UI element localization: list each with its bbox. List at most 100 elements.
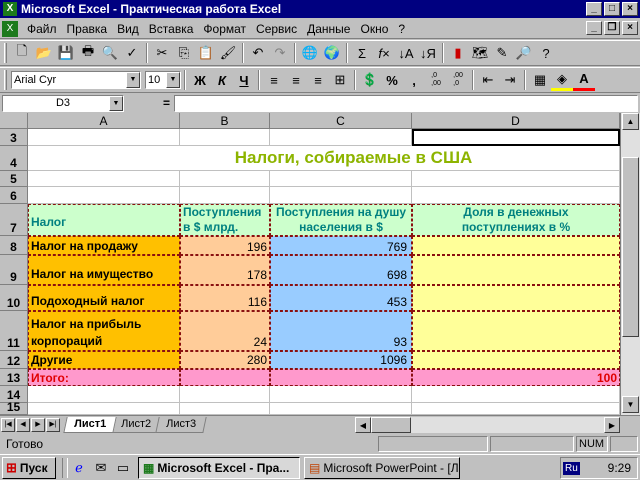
- toolbar-grip[interactable]: [4, 43, 7, 63]
- cell[interactable]: [180, 386, 270, 403]
- chevron-down-icon[interactable]: ▼: [126, 72, 140, 88]
- preview-icon[interactable]: 🔍: [99, 42, 121, 64]
- next-sheet-icon[interactable]: ▶: [31, 417, 45, 432]
- header-per-capita[interactable]: Поступления на душу населения в $: [270, 204, 412, 236]
- share-value[interactable]: [412, 285, 620, 311]
- row-header[interactable]: 10: [0, 285, 28, 311]
- cell[interactable]: [412, 403, 620, 415]
- decrease-decimal-button[interactable]: ,00 ,0: [447, 69, 469, 91]
- chevron-down-icon[interactable]: ▼: [109, 95, 123, 111]
- formula-equals-button[interactable]: =: [124, 96, 174, 110]
- cell[interactable]: [412, 187, 620, 204]
- header-share[interactable]: Доля в денежных поступлениях в %: [412, 204, 620, 236]
- cell[interactable]: [412, 171, 620, 187]
- column-header-b[interactable]: B: [180, 113, 270, 129]
- new-icon[interactable]: 🗋: [11, 42, 33, 64]
- prev-sheet-icon[interactable]: ◀: [16, 417, 30, 432]
- column-header-c[interactable]: C: [270, 113, 412, 129]
- tab-sheet1[interactable]: Лист1: [63, 416, 117, 433]
- share-value[interactable]: [412, 236, 620, 255]
- align-center-icon[interactable]: ≡: [285, 69, 307, 91]
- revenue-value[interactable]: 178: [180, 255, 270, 285]
- format-painter-icon[interactable]: 🖌: [217, 42, 239, 64]
- column-header-d[interactable]: D: [412, 113, 620, 129]
- borders-icon[interactable]: ▦: [529, 69, 551, 91]
- chart-wizard-icon[interactable]: ▮: [447, 42, 469, 64]
- name-box[interactable]: D3 ▼: [2, 94, 124, 112]
- doc-restore-button[interactable]: ❐: [604, 21, 620, 35]
- doc-close-button[interactable]: ×: [622, 21, 638, 35]
- start-button[interactable]: ⊞ Пуск: [2, 456, 56, 479]
- paste-icon[interactable]: 📋: [195, 42, 217, 64]
- menu-insert[interactable]: Вставка: [144, 22, 199, 36]
- revenue-value[interactable]: 24: [180, 311, 270, 351]
- cell[interactable]: [270, 171, 412, 187]
- desktop-icon[interactable]: ▭: [112, 457, 134, 479]
- redo-icon[interactable]: ↷: [269, 42, 291, 64]
- scroll-right-icon[interactable]: ▶: [604, 417, 620, 433]
- worksheet-grid[interactable]: A B C D 3 4 5 6 7 8 9 10 11 12 13 14 15 …: [0, 113, 640, 415]
- revenue-value[interactable]: 280: [180, 351, 270, 369]
- row-header[interactable]: 4: [0, 146, 28, 171]
- revenue-value[interactable]: 196: [180, 236, 270, 255]
- hscroll-thumb[interactable]: [371, 417, 411, 433]
- currency-icon[interactable]: 💲: [359, 69, 381, 91]
- cell[interactable]: [28, 171, 180, 187]
- row-header[interactable]: 15: [0, 400, 28, 415]
- header-tax[interactable]: Налог: [28, 204, 180, 236]
- hyperlink-icon[interactable]: 🌐: [299, 42, 321, 64]
- menu-window[interactable]: Окно: [355, 22, 393, 36]
- underline-button[interactable]: Ч: [233, 69, 255, 91]
- cell[interactable]: [28, 386, 180, 403]
- menu-file[interactable]: Файл: [22, 22, 62, 36]
- font-name-select[interactable]: Arial Cyr ▼: [11, 71, 141, 89]
- language-indicator[interactable]: Ru: [563, 461, 580, 475]
- header-revenue[interactable]: Поступления в $ млрд.: [180, 204, 270, 236]
- scroll-down-icon[interactable]: ▼: [622, 396, 639, 413]
- decrease-indent-icon[interactable]: ⇤: [477, 69, 499, 91]
- print-icon[interactable]: 🖶: [77, 42, 99, 64]
- cell[interactable]: [180, 171, 270, 187]
- menu-data[interactable]: Данные: [302, 22, 355, 36]
- row-header[interactable]: 8: [0, 236, 28, 255]
- italic-button[interactable]: К: [211, 69, 233, 91]
- total-share[interactable]: 100: [412, 369, 620, 386]
- menu-tools[interactable]: Сервис: [251, 22, 302, 36]
- menu-edit[interactable]: Правка: [62, 22, 113, 36]
- cell[interactable]: [270, 187, 412, 204]
- share-value[interactable]: [412, 351, 620, 369]
- row-header[interactable]: 12: [0, 351, 28, 369]
- tax-name[interactable]: Налог на прибыль корпораций: [28, 311, 180, 351]
- undo-icon[interactable]: ↶: [247, 42, 269, 64]
- spelling-icon[interactable]: ✓: [121, 42, 143, 64]
- row-header[interactable]: 9: [0, 255, 28, 285]
- task-powerpoint[interactable]: ▤ Microsoft PowerPoint - [Ла...: [304, 456, 460, 479]
- zoom-icon[interactable]: 🔎: [513, 42, 535, 64]
- formula-input[interactable]: [174, 94, 638, 112]
- font-color-icon[interactable]: A: [573, 69, 595, 91]
- select-all-corner[interactable]: [0, 113, 28, 129]
- tax-name[interactable]: Подоходный налог: [28, 285, 180, 311]
- close-button[interactable]: ×: [622, 2, 638, 16]
- cell[interactable]: [412, 386, 620, 403]
- per-capita-value[interactable]: 1096: [270, 351, 412, 369]
- tab-sheet2[interactable]: Лист2: [110, 416, 162, 433]
- tax-name[interactable]: Налог на имущество: [28, 255, 180, 285]
- fill-color-icon[interactable]: ◈: [551, 69, 573, 91]
- task-excel[interactable]: ▦ Microsoft Excel - Пра...: [138, 456, 300, 479]
- cell[interactable]: [28, 403, 180, 415]
- row-header[interactable]: 3: [0, 129, 28, 146]
- sheet-title[interactable]: Налоги, собираемые в США: [28, 146, 620, 171]
- scroll-thumb[interactable]: [622, 157, 639, 337]
- office-assistant-icon[interactable]: ?: [535, 42, 557, 64]
- active-cell-d3[interactable]: [412, 129, 620, 146]
- tab-sheet3[interactable]: Лист3: [155, 416, 207, 433]
- align-right-icon[interactable]: ≡: [307, 69, 329, 91]
- cell[interactable]: [180, 129, 270, 146]
- function-icon[interactable]: f×: [373, 42, 395, 64]
- sort-ascending-icon[interactable]: ↓A: [395, 42, 417, 64]
- minimize-button[interactable]: _: [586, 2, 602, 16]
- scroll-up-icon[interactable]: ▲: [622, 113, 639, 130]
- menu-format[interactable]: Формат: [198, 22, 251, 36]
- per-capita-value[interactable]: 453: [270, 285, 412, 311]
